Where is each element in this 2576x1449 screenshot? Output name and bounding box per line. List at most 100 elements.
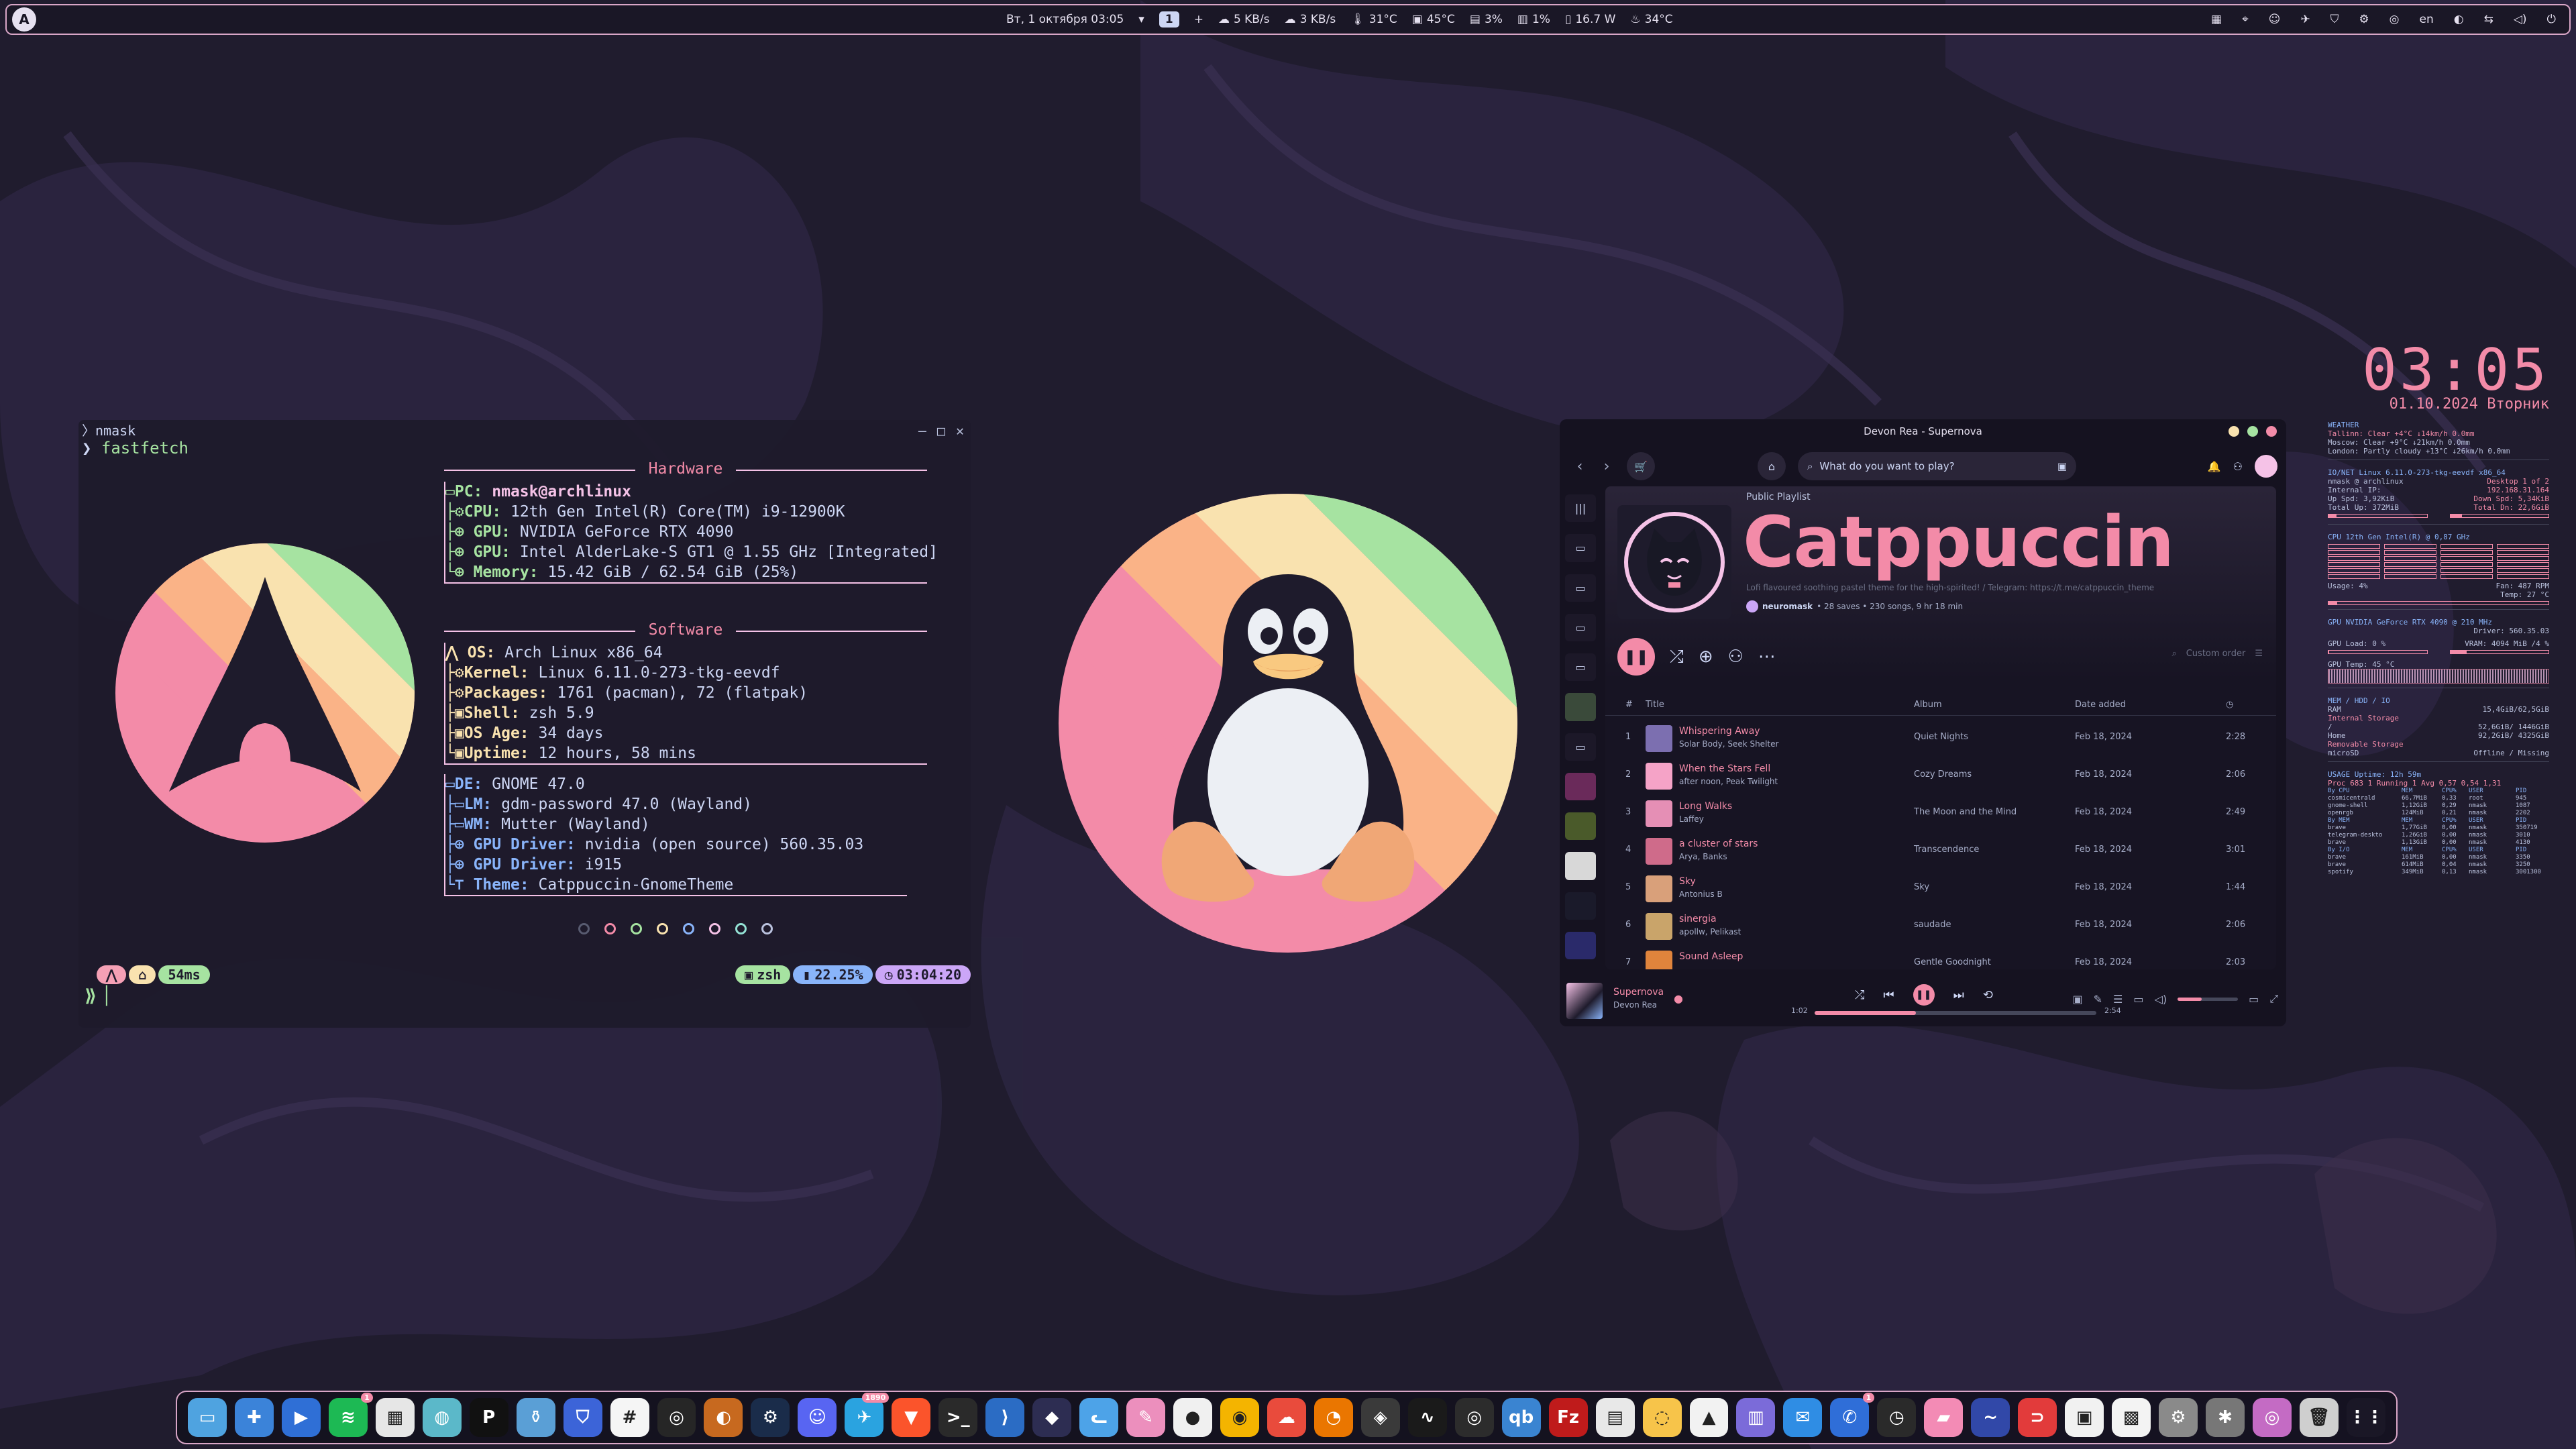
track-row[interactable]: 7 Sound Asleep Gentle Goodnight Feb 18, 202… <box>1605 945 2276 969</box>
videos-icon[interactable]: ▶ <box>281 1398 321 1437</box>
mail-icon[interactable]: ✉ <box>1783 1398 1823 1437</box>
track-row[interactable]: 5 Sky Antonius B Sky Feb 18, 2024 1:44 <box>1605 870 2276 908</box>
avatar[interactable] <box>2255 455 2277 478</box>
lyrics-icon[interactable]: ✎ <box>2094 993 2102 1006</box>
steam-icon[interactable]: ⚙ <box>751 1398 790 1437</box>
track-title[interactable]: sinergia <box>1679 914 1717 924</box>
minimize-icon[interactable]: – <box>918 423 926 439</box>
pause-button[interactable]: ❚❚ <box>1913 984 1935 1006</box>
bell-icon[interactable]: 🔔 <box>2208 460 2221 473</box>
search-icon[interactable]: ⌕ <box>2171 649 2176 659</box>
sort-control[interactable]: ⌕ Custom order ☰ <box>2171 649 2263 659</box>
cat-app-icon[interactable]: ᓚ <box>1079 1398 1119 1437</box>
clock-icon[interactable]: ◷ <box>1877 1398 1917 1437</box>
brave-icon[interactable]: ▼ <box>892 1398 931 1437</box>
gpu-icon[interactable]: ◎ <box>657 1398 696 1437</box>
globe-icon[interactable]: ◍ <box>422 1398 462 1437</box>
vscode-icon[interactable]: ⟩ <box>985 1398 1025 1437</box>
accessibility-icon[interactable]: ◐ <box>2454 13 2464 26</box>
download-icon[interactable]: ⊕ <box>1699 647 1713 667</box>
folder-icon[interactable]: ▭ <box>1565 733 1596 761</box>
pink-app-icon[interactable]: ▰ <box>1924 1398 1964 1437</box>
library-icon[interactable]: ||| <box>1565 494 1596 523</box>
track-artist[interactable]: apollw, Pelikast <box>1679 927 1741 936</box>
cloud-icon[interactable]: ☁ <box>1267 1398 1306 1437</box>
back-icon[interactable]: ‹ <box>1566 453 1593 480</box>
toolbox-icon[interactable]: ▦ <box>375 1398 415 1437</box>
track-album[interactable]: Transcendence <box>1914 845 1979 855</box>
github-icon[interactable]: ● <box>1173 1398 1212 1437</box>
obs-icon[interactable]: ◎ <box>1454 1398 1494 1437</box>
proton-pass-icon[interactable]: P <box>469 1398 508 1437</box>
add-user-icon[interactable]: ⚇ <box>1728 647 1743 667</box>
queue-icon[interactable]: ☰ <box>2113 993 2123 1006</box>
ethereum-icon[interactable]: ◆ <box>1032 1398 1072 1437</box>
power-menu-icon[interactable]: ⏻ <box>2547 13 2556 26</box>
cart-icon[interactable]: 🛒 <box>1627 452 1655 480</box>
track-row[interactable]: 3 Long Walks Laffey The Moon and the Mind Fe… <box>1605 795 2276 833</box>
timeline-icon[interactable]: ▥ <box>1736 1398 1776 1437</box>
track-row[interactable]: 6 sinergia apollw, Pelikast saudade Feb 18, … <box>1605 908 2276 945</box>
maximize-button[interactable] <box>2247 426 2258 437</box>
spotify-window[interactable]: Devon Rea - Supernova ‹ › 🛒 ⌂ ⌕ What do … <box>1560 419 2286 1026</box>
tweaks-icon[interactable]: ✱ <box>2205 1398 2245 1437</box>
gnome-software-icon[interactable]: ◌ <box>1642 1398 1682 1437</box>
prompt-cursor[interactable]: ⟫ ▏ <box>85 986 117 1006</box>
telegram-icon[interactable]: ✈ 1890 <box>845 1393 890 1437</box>
track-title[interactable]: a cluster of stars <box>1679 839 1758 849</box>
progress-bar[interactable] <box>1815 1011 2096 1015</box>
archive-icon[interactable]: ⚱ <box>516 1398 555 1437</box>
telegram-tray-icon[interactable]: ✈ <box>2300 13 2310 26</box>
now-playing-title[interactable]: Supernova <box>1613 987 1664 998</box>
shield-tray-icon[interactable]: ⛉ <box>2330 13 2339 26</box>
red-app-icon[interactable]: ⊃ <box>2018 1398 2057 1437</box>
files-icon[interactable]: ▭ <box>188 1398 227 1437</box>
devices-icon[interactable]: ▭ <box>2133 993 2143 1006</box>
playlist-thumb[interactable] <box>1565 892 1596 920</box>
settings-icon[interactable]: ⚙ <box>2159 1398 2198 1437</box>
close-button[interactable] <box>2266 426 2277 437</box>
blender-alt-icon[interactable]: ◐ <box>704 1398 743 1437</box>
track-album[interactable]: The Moon and the Mind <box>1914 807 2017 817</box>
track-artist[interactable]: Antonius B <box>1679 890 1723 899</box>
folder-icon[interactable]: ▭ <box>1565 653 1596 682</box>
now-playing-art[interactable] <box>1566 983 1603 1019</box>
qbittorrent-icon[interactable]: qb <box>1501 1398 1541 1437</box>
spotify-icon[interactable]: ≋ 1 <box>328 1393 373 1437</box>
language-indicator[interactable]: en <box>2420 13 2434 26</box>
terminal-window[interactable]: – □ ✕ 〉nmask ❯ fastfetch Hardware ▭PC: n… <box>78 420 971 1028</box>
tray-grid-icon[interactable]: ▦ <box>2211 13 2222 26</box>
network-icon[interactable]: ⇆ <box>2484 13 2493 26</box>
now-playing-artist[interactable]: Devon Rea <box>1613 1000 1657 1010</box>
chrome-icon[interactable]: ◉ <box>1220 1398 1259 1437</box>
messenger-icon[interactable]: ✆ 1 <box>1830 1393 1875 1437</box>
track-artist[interactable]: Laffey <box>1679 814 1704 824</box>
track-album[interactable]: saudade <box>1914 920 1951 930</box>
more-icon[interactable]: ⋯ <box>1758 647 1776 667</box>
gpu-tray-icon[interactable]: ◎ <box>2390 13 2400 26</box>
maximize-icon[interactable]: □ <box>937 423 945 439</box>
photo-icon[interactable]: ◎ <box>2252 1398 2292 1437</box>
filezilla-icon[interactable]: Fz <box>1548 1398 1588 1437</box>
home-icon[interactable]: ⌂ <box>1758 452 1786 480</box>
dashboard-icon[interactable]: ▩ <box>2112 1398 2151 1437</box>
terminal-icon[interactable]: >_ <box>938 1398 978 1437</box>
arch-menu-icon[interactable]: A <box>12 7 36 32</box>
repeat-icon[interactable]: ⟲ <box>1983 988 1993 1002</box>
track-album[interactable]: Cozy Dreams <box>1914 769 1972 780</box>
software-icon[interactable]: ✚ <box>234 1398 274 1437</box>
steam-tray-icon[interactable]: ⚙ <box>2359 13 2369 26</box>
inkscape-icon[interactable]: ∿ <box>1407 1398 1447 1437</box>
volume-slider[interactable] <box>2178 997 2239 1001</box>
search-input[interactable]: ⌕ What do you want to play? ▣ <box>1798 452 2076 480</box>
trash-icon[interactable]: 🗑 <box>2299 1398 2339 1437</box>
browse-icon[interactable]: ▣ <box>2057 460 2067 472</box>
track-title[interactable]: Long Walks <box>1679 801 1732 812</box>
playlist-thumb[interactable] <box>1565 772 1596 800</box>
now-playing-view-icon[interactable]: ▣ <box>2073 993 2083 1006</box>
workspace-indicator[interactable]: 1 <box>1159 11 1179 28</box>
folder-icon[interactable]: ▭ <box>1565 613 1596 641</box>
volume-icon[interactable]: ◁) <box>2514 13 2527 26</box>
playlist-thumb[interactable] <box>1565 931 1596 959</box>
next-icon[interactable]: ⏭ <box>1953 988 1964 1002</box>
